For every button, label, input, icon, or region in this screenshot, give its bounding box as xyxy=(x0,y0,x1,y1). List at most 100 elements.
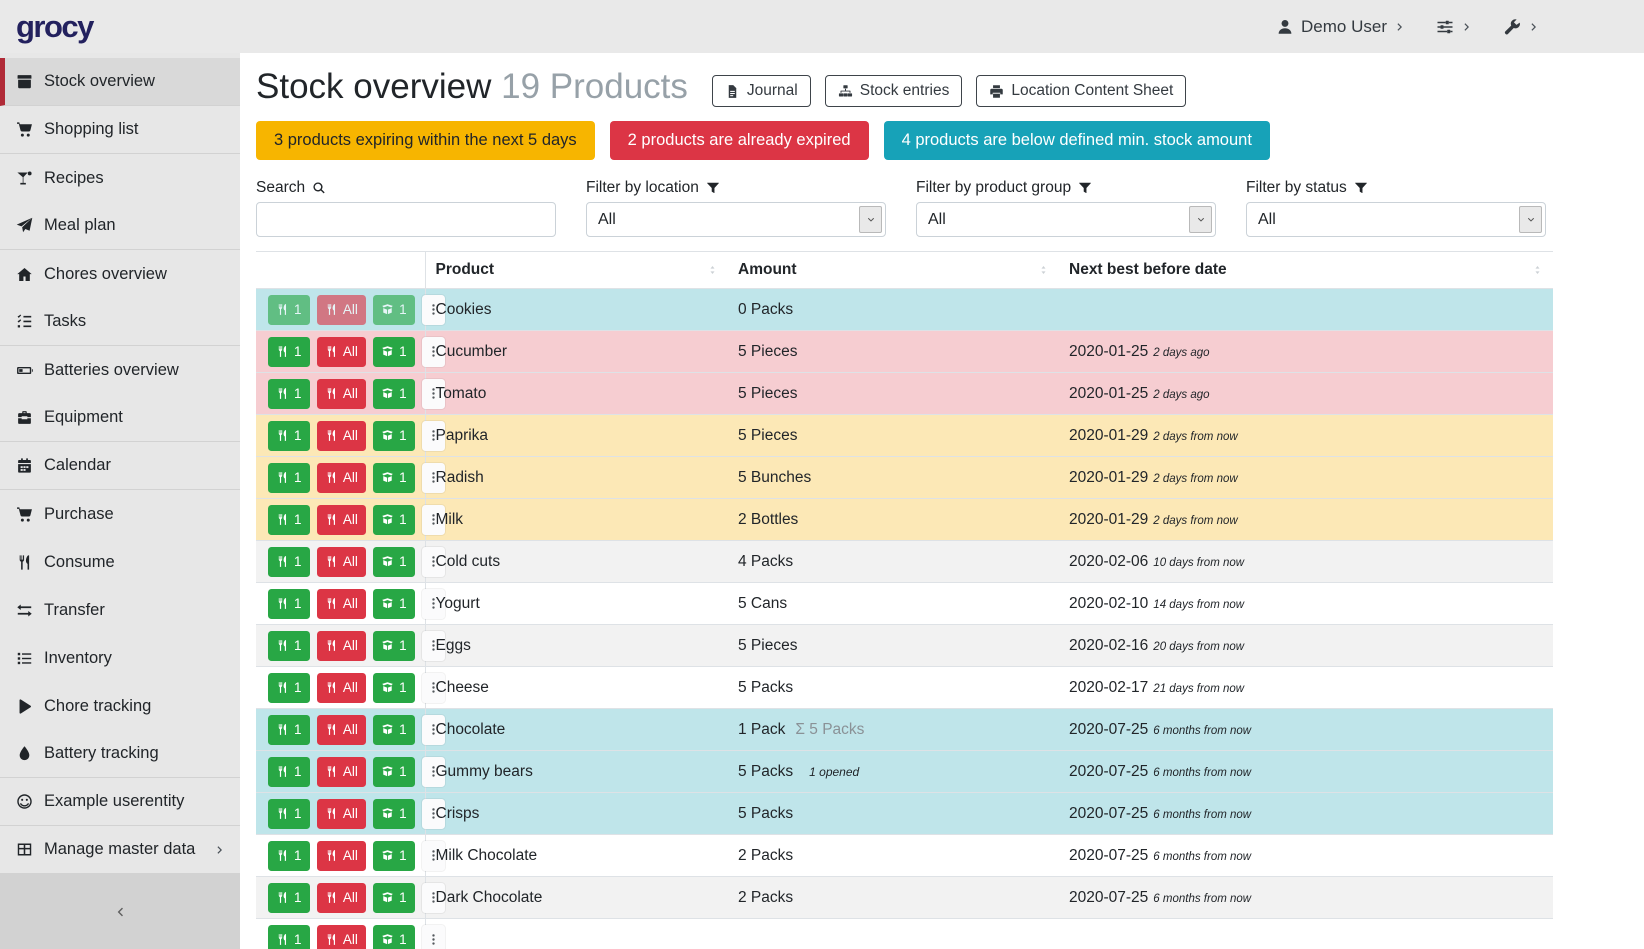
open-one-button[interactable]: 1 xyxy=(373,715,415,745)
consume-one-button[interactable]: 1 xyxy=(268,757,310,787)
sidebar-collapse-button[interactable] xyxy=(0,874,240,949)
journal-button[interactable]: Journal xyxy=(712,75,811,107)
consume-one-label: 1 xyxy=(294,554,302,569)
location-content-sheet-button[interactable]: Location Content Sheet xyxy=(976,75,1186,107)
expiring-banner[interactable]: 3 products expiring within the next 5 da… xyxy=(256,121,595,160)
open-one-button[interactable]: 1 xyxy=(373,883,415,913)
product-count: 19 Products xyxy=(501,67,688,106)
consume-all-button[interactable]: All xyxy=(317,757,366,787)
utensils-icon xyxy=(325,513,338,526)
sidebar-item-equipment[interactable]: Equipment xyxy=(0,394,240,442)
open-one-button[interactable]: 1 xyxy=(373,505,415,535)
open-one-button[interactable]: 1 xyxy=(373,337,415,367)
open-one-button[interactable]: 1 xyxy=(373,295,415,325)
consume-all-button[interactable]: All xyxy=(317,337,366,367)
sidebar-item-consume[interactable]: Consume xyxy=(0,538,240,586)
open-one-button[interactable]: 1 xyxy=(373,631,415,661)
consume-all-button[interactable]: All xyxy=(317,841,366,871)
product-name: Paprika xyxy=(436,427,489,444)
sidebar-item-recipes[interactable]: Recipes xyxy=(0,154,240,202)
sidebar-item-purchase[interactable]: Purchase xyxy=(0,490,240,538)
sidebar-item-chore-tracking[interactable]: Chore tracking xyxy=(0,682,240,730)
consume-one-button[interactable]: 1 xyxy=(268,337,310,367)
consume-one-button[interactable]: 1 xyxy=(268,673,310,703)
sidebar-item-transfer[interactable]: Transfer xyxy=(0,586,240,634)
consume-all-button[interactable]: All xyxy=(317,295,366,325)
consume-all-label: All xyxy=(343,344,358,359)
amount-value: 5 Pieces xyxy=(738,385,797,402)
location-select[interactable]: All xyxy=(586,202,886,237)
open-one-button[interactable]: 1 xyxy=(373,799,415,829)
consume-all-button[interactable]: All xyxy=(317,379,366,409)
row-actions-cell: 1 All 1 xyxy=(256,331,425,373)
consume-all-button[interactable]: All xyxy=(317,673,366,703)
open-one-button[interactable]: 1 xyxy=(373,841,415,871)
open-one-button[interactable]: 1 xyxy=(373,925,415,949)
open-one-button[interactable]: 1 xyxy=(373,673,415,703)
consume-one-button[interactable]: 1 xyxy=(268,421,310,451)
consume-all-button[interactable]: All xyxy=(317,925,366,949)
actions-column-header xyxy=(256,252,425,289)
consume-all-button[interactable]: All xyxy=(317,421,366,451)
consume-one-button[interactable]: 1 xyxy=(268,295,310,325)
sidebar-item-label: Meal plan xyxy=(44,216,116,235)
utensils-icon xyxy=(325,639,338,652)
sidebar-item-batteries-overview[interactable]: Batteries overview xyxy=(0,346,240,394)
open-one-button[interactable]: 1 xyxy=(373,379,415,409)
consume-one-button[interactable]: 1 xyxy=(268,505,310,535)
row-actions-cell: 1 All 1 xyxy=(256,415,425,457)
expired-banner[interactable]: 2 products are already expired xyxy=(610,121,869,160)
consume-all-button[interactable]: All xyxy=(317,589,366,619)
consume-all-button[interactable]: All xyxy=(317,547,366,577)
search-input[interactable] xyxy=(256,202,556,237)
consume-all-button[interactable]: All xyxy=(317,883,366,913)
consume-one-button[interactable]: 1 xyxy=(268,547,310,577)
stock-entries-button[interactable]: Stock entries xyxy=(825,75,963,107)
best-before-column-header[interactable]: Next best before date xyxy=(1059,252,1553,289)
sidebar-item-calendar[interactable]: Calendar xyxy=(0,442,240,490)
open-one-button[interactable]: 1 xyxy=(373,547,415,577)
amount-column-header[interactable]: Amount xyxy=(728,252,1059,289)
consume-one-button[interactable]: 1 xyxy=(268,589,310,619)
date-cell: 2020-01-292 days from now xyxy=(1059,457,1553,499)
settings-menu[interactable] xyxy=(1436,18,1473,36)
consume-all-button[interactable]: All xyxy=(317,715,366,745)
open-one-button[interactable]: 1 xyxy=(373,463,415,493)
sidebar-item-shopping-list[interactable]: Shopping list xyxy=(0,106,240,154)
open-one-button[interactable]: 1 xyxy=(373,589,415,619)
consume-all-button[interactable]: All xyxy=(317,463,366,493)
date-cell: 2020-02-1721 days from now xyxy=(1059,667,1553,709)
consume-one-button[interactable]: 1 xyxy=(268,631,310,661)
consume-one-button[interactable]: 1 xyxy=(268,883,310,913)
consume-one-button[interactable]: 1 xyxy=(268,715,310,745)
sidebar-item-chores-overview[interactable]: Chores overview xyxy=(0,250,240,298)
product-group-select[interactable]: All xyxy=(916,202,1216,237)
sidebar-item-meal-plan[interactable]: Meal plan xyxy=(0,202,240,250)
consume-all-button[interactable]: All xyxy=(317,799,366,829)
sidebar-item-stock-overview[interactable]: Stock overview xyxy=(0,58,240,106)
below-min-stock-banner[interactable]: 4 products are below defined min. stock … xyxy=(884,121,1270,160)
sidebar-item-example-userentity[interactable]: Example userentity xyxy=(0,778,240,826)
user-menu[interactable]: Demo User xyxy=(1276,17,1406,37)
row-menu-button[interactable] xyxy=(422,925,445,949)
consume-one-button[interactable]: 1 xyxy=(268,799,310,829)
open-one-button[interactable]: 1 xyxy=(373,421,415,451)
status-select[interactable]: All xyxy=(1246,202,1546,237)
utensils-icon xyxy=(276,639,289,652)
consume-one-button[interactable]: 1 xyxy=(268,841,310,871)
sidebar-item-tasks[interactable]: Tasks xyxy=(0,298,240,346)
consume-one-button[interactable]: 1 xyxy=(268,463,310,493)
sidebar-item-battery-tracking[interactable]: Battery tracking xyxy=(0,730,240,778)
sidebar-item-inventory[interactable]: Inventory xyxy=(0,634,240,682)
sidebar-item-manage-master-data[interactable]: Manage master data xyxy=(0,826,240,874)
consume-all-button[interactable]: All xyxy=(317,505,366,535)
consume-one-button[interactable]: 1 xyxy=(268,925,310,949)
search-icon xyxy=(312,181,326,195)
open-one-label: 1 xyxy=(399,848,407,863)
consume-all-button[interactable]: All xyxy=(317,631,366,661)
open-one-button[interactable]: 1 xyxy=(373,757,415,787)
admin-menu[interactable] xyxy=(1503,18,1540,36)
consume-one-button[interactable]: 1 xyxy=(268,379,310,409)
product-column-header[interactable]: Product xyxy=(425,252,728,289)
sidebar-item-label: Recipes xyxy=(44,169,104,188)
